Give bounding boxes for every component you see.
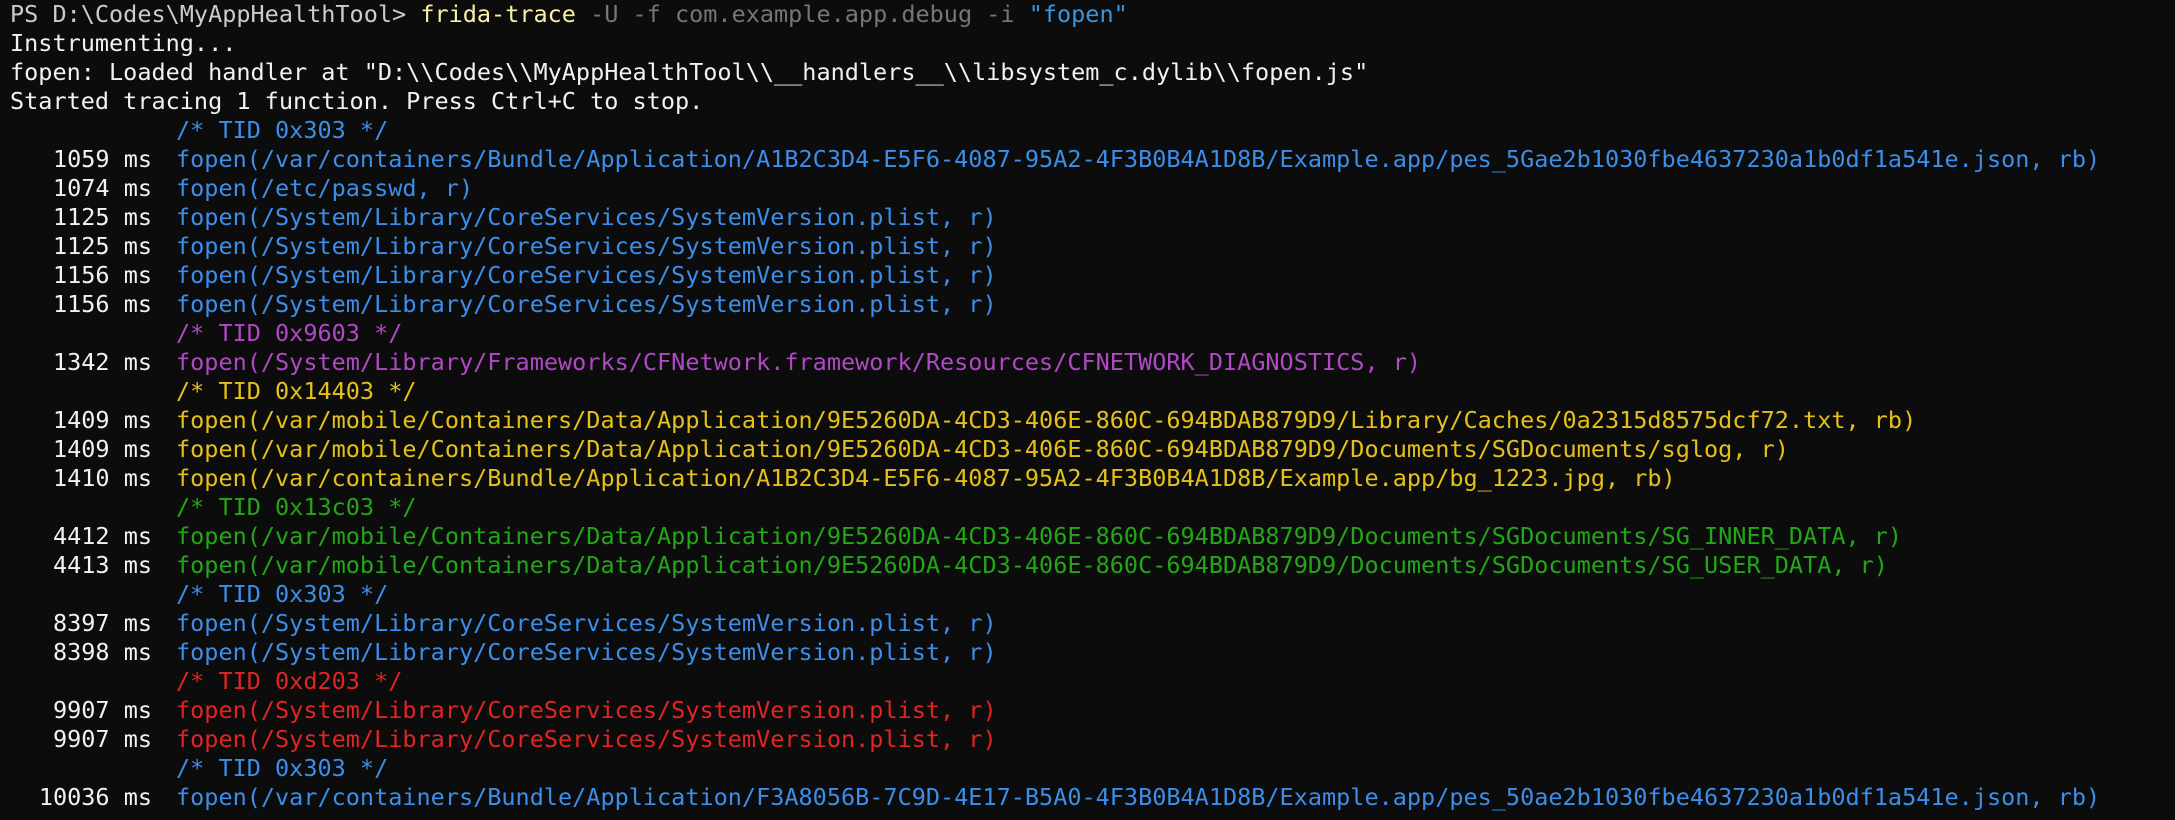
trace-call-line: 1409 ms fopen(/var/mobile/Containers/Data… — [0, 406, 2175, 435]
fopen-call: fopen(/System/Library/CoreServices/Syste… — [176, 609, 997, 637]
fopen-call: fopen(/var/mobile/Containers/Data/Applic… — [176, 406, 1917, 434]
fopen-call: fopen(/System/Library/Frameworks/CFNetwo… — [176, 348, 1422, 376]
fopen-call: fopen(/System/Library/CoreServices/Syste… — [176, 203, 997, 231]
trace-thread-header: /* TID 0x13c03 */ — [0, 493, 2175, 522]
timestamp: 1409 ms — [52, 435, 152, 463]
output-instrumenting: Instrumenting... — [10, 29, 237, 57]
trace-output: /* TID 0x303 */ 1059 ms fopen(/var/contain… — [0, 116, 2175, 812]
output-handler-loaded: fopen: Loaded handler at "D:\\Codes\\MyA… — [10, 58, 1369, 86]
fopen-call: fopen(/System/Library/CoreServices/Syste… — [176, 725, 997, 753]
trace-thread-header: /* TID 0x303 */ — [0, 754, 2175, 783]
trace-thread-header: /* TID 0xd203 */ — [0, 667, 2175, 696]
timestamp: 1074 ms — [52, 174, 152, 202]
fopen-call: fopen(/var/mobile/Containers/Data/Applic… — [176, 435, 1789, 463]
trace-call-line: 10036 ms fopen(/var/containers/Bundle/App… — [0, 783, 2175, 812]
timestamp: 1156 ms — [52, 290, 152, 318]
thread-id-label: /* TID 0xd203 */ — [176, 667, 403, 695]
trace-call-line: 1059 ms fopen(/var/containers/Bundle/Appl… — [0, 145, 2175, 174]
fopen-call: fopen(/System/Library/CoreServices/Syste… — [176, 696, 997, 724]
trace-call-line: 1410 ms fopen(/var/containers/Bundle/Appl… — [0, 464, 2175, 493]
timestamp: 1059 ms — [52, 145, 152, 173]
trace-call-line: 8397 ms fopen(/System/Library/CoreService… — [0, 609, 2175, 638]
trace-call-line: 9907 ms fopen(/System/Library/CoreService… — [0, 725, 2175, 754]
trace-call-line: 4413 ms fopen(/var/mobile/Containers/Data… — [0, 551, 2175, 580]
timestamp: 4413 ms — [52, 551, 152, 579]
thread-id-label: /* TID 0x9603 */ — [176, 319, 403, 347]
trace-call-line: 9907 ms fopen(/System/Library/CoreService… — [0, 696, 2175, 725]
timestamp: 1342 ms — [52, 348, 152, 376]
command-args: -U -f com.example.app.debug -i — [575, 0, 1029, 28]
shell-prompt: PS D:\Codes\MyAppHealthTool> — [10, 0, 421, 28]
timestamp: 9907 ms — [52, 696, 152, 724]
fopen-call: fopen(/System/Library/CoreServices/Syste… — [176, 290, 997, 318]
timestamp: 1125 ms — [52, 203, 152, 231]
command-line: PS D:\Codes\MyAppHealthTool> frida-trace… — [0, 0, 2175, 29]
timestamp: 9907 ms — [52, 725, 152, 753]
thread-id-label: /* TID 0x303 */ — [176, 580, 389, 608]
trace-call-line: 1125 ms fopen(/System/Library/CoreService… — [0, 232, 2175, 261]
fopen-call: fopen(/System/Library/CoreServices/Syste… — [176, 232, 997, 260]
timestamp: 1409 ms — [52, 406, 152, 434]
timestamp: 1156 ms — [52, 261, 152, 289]
fopen-call: fopen(/var/mobile/Containers/Data/Applic… — [176, 551, 1888, 579]
fopen-call: fopen(/System/Library/CoreServices/Syste… — [176, 638, 997, 666]
trace-call-line: 1156 ms fopen(/System/Library/CoreService… — [0, 261, 2175, 290]
command-arg-string: "fopen" — [1028, 0, 1128, 28]
trace-call-line: 1156 ms fopen(/System/Library/CoreService… — [0, 290, 2175, 319]
timestamp: 8398 ms — [52, 638, 152, 666]
command-name: frida-trace — [420, 0, 576, 28]
trace-call-line: 1125 ms fopen(/System/Library/CoreService… — [0, 203, 2175, 232]
fopen-call: fopen(/var/containers/Bundle/Application… — [176, 145, 2101, 173]
timestamp: 10036 ms — [38, 783, 152, 811]
trace-call-line: 1342 ms fopen(/System/Library/Frameworks/… — [0, 348, 2175, 377]
thread-id-label: /* TID 0x14403 */ — [176, 377, 417, 405]
trace-thread-header: /* TID 0x9603 */ — [0, 319, 2175, 348]
output-started-tracing: Started tracing 1 function. Press Ctrl+C… — [10, 87, 704, 115]
thread-id-label: /* TID 0x303 */ — [176, 754, 389, 782]
trace-thread-header: /* TID 0x14403 */ — [0, 377, 2175, 406]
trace-thread-header: /* TID 0x303 */ — [0, 580, 2175, 609]
trace-call-line: 1409 ms fopen(/var/mobile/Containers/Data… — [0, 435, 2175, 464]
trace-call-line: 4412 ms fopen(/var/mobile/Containers/Data… — [0, 522, 2175, 551]
thread-id-label: /* TID 0x303 */ — [176, 116, 389, 144]
trace-call-line: 1074 ms fopen(/etc/passwd, r) — [0, 174, 2175, 203]
timestamp: 1410 ms — [52, 464, 152, 492]
fopen-call: fopen(/System/Library/CoreServices/Syste… — [176, 261, 997, 289]
timestamp: 8397 ms — [52, 609, 152, 637]
terminal-window[interactable]: PS D:\Codes\MyAppHealthTool> frida-trace… — [0, 0, 2175, 820]
timestamp: 1125 ms — [52, 232, 152, 260]
fopen-call: fopen(/var/containers/Bundle/Application… — [176, 783, 2101, 811]
timestamp: 4412 ms — [52, 522, 152, 550]
thread-id-label: /* TID 0x13c03 */ — [176, 493, 417, 521]
fopen-call: fopen(/var/containers/Bundle/Application… — [176, 464, 1676, 492]
trace-thread-header: /* TID 0x303 */ — [0, 116, 2175, 145]
trace-call-line: 8398 ms fopen(/System/Library/CoreService… — [0, 638, 2175, 667]
fopen-call: fopen(/etc/passwd, r) — [176, 174, 474, 202]
fopen-call: fopen(/var/mobile/Containers/Data/Applic… — [176, 522, 1903, 550]
